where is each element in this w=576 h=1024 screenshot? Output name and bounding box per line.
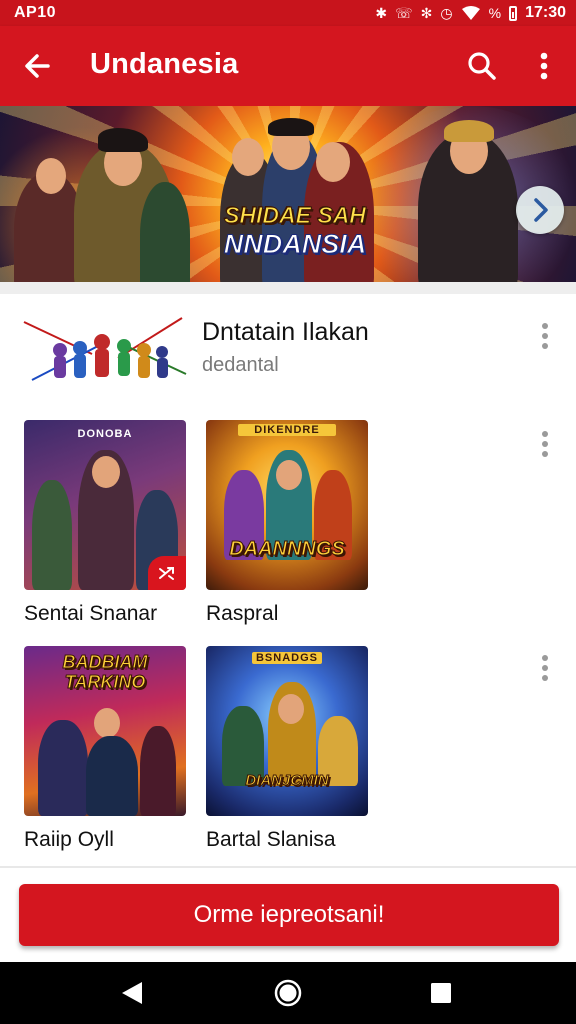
game-card-2-head (276, 460, 302, 490)
game-card-3-title-art: BADBIAM TARKINO (62, 652, 148, 693)
banner-character-4-head (232, 138, 264, 176)
game-card-4-label: Bartal Slanisa (206, 828, 336, 851)
carrier-text: AP10 (14, 4, 57, 21)
featured-more-button[interactable] (533, 320, 557, 352)
game-card-2-label: Raspral (206, 602, 279, 625)
banner-title-line1: SHIDAE SAH (224, 202, 367, 229)
game-card-1[interactable]: DONOBA Sentai Snanar (24, 420, 186, 626)
game-card-3-figure-b (86, 736, 138, 816)
battery-percent: % (488, 5, 502, 21)
home-circle-icon (274, 979, 302, 1007)
banner-next-button[interactable] (516, 186, 564, 234)
more-vertical-icon (540, 52, 548, 80)
search-button[interactable] (462, 46, 502, 86)
row-2-more-button[interactable] (533, 652, 557, 684)
game-card-4[interactable]: BSNADGS DIANJCMIN Bartal Slanisa (206, 646, 368, 852)
game-card-3-label: Raiip Oyll (24, 828, 114, 851)
alarm-icon: ◷ (440, 5, 453, 21)
banner-character-6-head (316, 142, 350, 182)
banner-character-1-head (36, 158, 66, 194)
game-card-3-art: BADBIAM TARKINO (24, 646, 186, 816)
nav-home-button[interactable] (271, 976, 305, 1010)
game-card-4-art: BSNADGS DIANJCMIN (206, 646, 368, 816)
game-card-3-head (94, 708, 120, 738)
game-card-2-tag: DIKENDRE (238, 424, 336, 436)
game-card-1-art: DONOBA (24, 420, 186, 590)
banner-title-line2: NNDANSIA (223, 229, 367, 260)
game-card-3[interactable]: BADBIAM TARKINO Raiip Oyll (24, 646, 186, 852)
status-bar: AP10 ✱ ☏ ✻ ◷ % 17:30 (0, 0, 576, 26)
banner-character-3 (140, 182, 190, 282)
bluetooth-icon: ✱ (375, 5, 388, 21)
bottom-divider (0, 866, 576, 868)
promo-banner[interactable]: SHIDAE SAH NNDANSIA (0, 106, 576, 282)
row-1-more-button[interactable] (533, 428, 557, 460)
page-title: Undanesia (90, 48, 239, 80)
wifi-icon (461, 6, 480, 20)
chevron-right-icon (534, 198, 548, 222)
app-bar: Undanesia (0, 26, 576, 106)
featured-art (23, 317, 187, 381)
game-card-1-label: Sentai Snanar (24, 602, 158, 625)
game-card-4-tag: BSNADGS (252, 652, 322, 664)
search-icon (468, 52, 496, 80)
section-divider (0, 282, 576, 294)
nav-recents-button[interactable] (424, 976, 458, 1010)
nfc-icon: ✻ (420, 5, 433, 21)
banner-character-7-hair (444, 120, 494, 142)
game-card-2[interactable]: DIKENDRE DAANNNGS Raspral (206, 420, 368, 626)
featured-title: Dntatain Ilakan (202, 318, 369, 346)
banner-title: SHIDAE SAH NNDANSIA (210, 202, 380, 260)
game-card-1-head (92, 456, 120, 488)
shuffle-icon (159, 567, 174, 580)
featured-row[interactable]: Dntatain Ilakan dedantal (0, 296, 576, 396)
game-card-2-art: DIKENDRE DAANNNGS (206, 420, 368, 590)
more-options-button[interactable] (528, 46, 560, 86)
featured-subtitle: dedantal (202, 354, 279, 376)
arrow-left-icon (25, 54, 50, 78)
game-card-4-title-art: DIANJCMIN (245, 772, 329, 790)
battery-icon (509, 5, 518, 21)
vibrate-icon: ☏ (395, 5, 413, 21)
game-card-3-figure-c (140, 726, 176, 816)
featured-thumbnail (22, 314, 188, 388)
status-icons: ✱ ☏ ✻ ◷ % 17:30 (375, 3, 566, 23)
nav-back-button[interactable] (116, 976, 150, 1010)
banner-character-5-hair (268, 118, 314, 136)
game-card-1-figure-a (32, 480, 72, 590)
back-triangle-icon (122, 982, 142, 1004)
system-nav-bar (0, 962, 576, 1024)
game-card-2-title-art: DAANNNGS (229, 538, 346, 561)
status-time: 17:30 (525, 4, 566, 21)
game-card-3-figure-a (38, 720, 88, 816)
primary-cta-button[interactable]: Orme iepreotsani! (19, 884, 559, 946)
recents-square-icon (431, 983, 451, 1003)
game-card-1-tag: DONOBA (77, 428, 133, 440)
back-button[interactable] (18, 46, 58, 86)
game-card-4-head (278, 694, 304, 724)
game-card-1-badge (148, 556, 186, 590)
